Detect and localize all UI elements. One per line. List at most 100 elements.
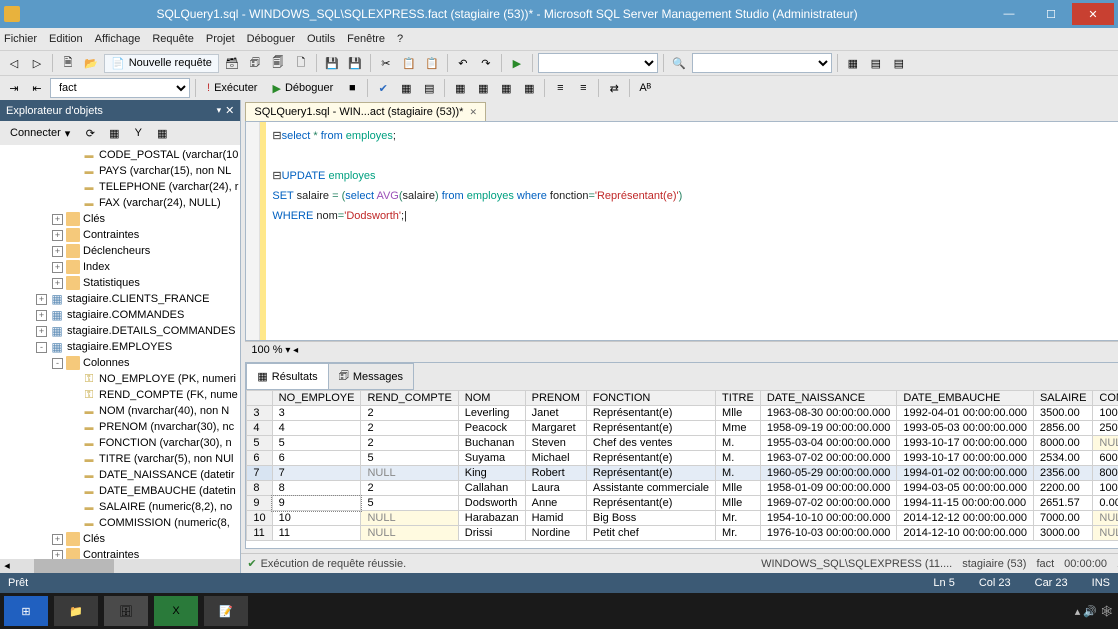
grid-cell[interactable]: NULL [361, 511, 458, 526]
exp-tb1[interactable]: ⟳ [80, 123, 100, 143]
open-button[interactable]: 📂 [81, 53, 101, 73]
tree-node[interactable]: PRENOM (nvarchar(30), nc [0, 419, 240, 435]
grid-cell[interactable]: 2200.00 [1033, 481, 1092, 496]
expand-icon[interactable]: + [36, 326, 47, 337]
tree-node[interactable]: -stagiaire.EMPLOYES [0, 339, 240, 355]
exp-tb3[interactable]: Y [128, 123, 148, 143]
grid-cell[interactable]: 1994-11-15 00:00:00.000 [897, 496, 1034, 511]
grid-cell[interactable]: Nordine [525, 526, 586, 541]
menu-affichage[interactable]: Affichage [95, 33, 141, 45]
database-dropdown[interactable]: fact [50, 78, 190, 98]
tool8-button[interactable]: Aᴮ [635, 78, 655, 98]
cut-button[interactable]: ✂ [376, 53, 396, 73]
grid-cell[interactable]: Représentant(e) [586, 406, 715, 421]
column-header[interactable]: FONCTION [586, 391, 715, 406]
grid-cell[interactable]: Michael [525, 451, 586, 466]
grid-cell[interactable]: 1000.00 [1093, 406, 1118, 421]
tool1-button[interactable]: ▦ [450, 78, 470, 98]
grid-cell[interactable]: 2 [361, 481, 458, 496]
grid-cell[interactable]: 1992-04-01 00:00:00.000 [897, 406, 1034, 421]
grid-cell[interactable]: 11 [272, 526, 361, 541]
expand-icon[interactable]: + [52, 550, 63, 560]
grid-cell[interactable]: 2534.00 [1033, 451, 1092, 466]
grid-cell[interactable]: Chef des ventes [586, 436, 715, 451]
grid-cell[interactable]: 0.00 [1093, 496, 1118, 511]
row-number[interactable]: 6 [247, 451, 272, 466]
column-header[interactable]: DATE_EMBAUCHE [897, 391, 1034, 406]
outdent-button[interactable]: ⇤ [27, 78, 47, 98]
grid-cell[interactable]: Suyama [458, 451, 525, 466]
grid-cell[interactable]: 2014-12-10 00:00:00.000 [897, 526, 1034, 541]
expand-icon[interactable]: + [52, 214, 63, 225]
grid-cell[interactable]: 1976-10-03 00:00:00.000 [760, 526, 897, 541]
grid-cell[interactable]: 9 [272, 496, 361, 511]
grid-cell[interactable]: Janet [525, 406, 586, 421]
grid-cell[interactable]: Big Boss [586, 511, 715, 526]
grid-cell[interactable]: Laura [525, 481, 586, 496]
execute-button[interactable]: ! Exécuter [201, 80, 263, 96]
connect-button[interactable]: Connecter ▾ [4, 125, 76, 142]
tree-node[interactable]: FONCTION (varchar(30), n [0, 435, 240, 451]
expand-icon[interactable]: + [52, 246, 63, 257]
tree-node[interactable]: DATE_NAISSANCE (datetir [0, 467, 240, 483]
find-dropdown[interactable] [692, 53, 832, 73]
system-tray[interactable]: ▴ 🔊 🕸 [1075, 605, 1114, 618]
expand-icon[interactable]: + [52, 262, 63, 273]
grid-cell[interactable]: Robert [525, 466, 586, 481]
grid-cell[interactable]: Représentant(e) [586, 466, 715, 481]
expand-icon[interactable]: + [36, 294, 47, 305]
grid-cell[interactable]: 1954-10-10 00:00:00.000 [760, 511, 897, 526]
grid-cell[interactable]: Mr. [716, 526, 761, 541]
tree-node[interactable]: +stagiaire.COMMANDES [0, 307, 240, 323]
grid-cell[interactable]: King [458, 466, 525, 481]
grid-cell[interactable]: Assistante commerciale [586, 481, 715, 496]
tree-node[interactable]: +stagiaire.CLIENTS_FRANCE [0, 291, 240, 307]
grid-cell[interactable]: NULL [361, 466, 458, 481]
column-header[interactable]: DATE_NAISSANCE [760, 391, 897, 406]
tree-node[interactable]: TITRE (varchar(5), non NUl [0, 451, 240, 467]
expand-icon[interactable]: + [36, 310, 47, 321]
column-header[interactable]: TITRE [716, 391, 761, 406]
save-all-button[interactable]: 💾 [345, 53, 365, 73]
tool3-button[interactable]: ▦ [496, 78, 516, 98]
row-number[interactable]: 11 [247, 526, 272, 541]
play-button[interactable]: ▶ [507, 53, 527, 73]
grid-cell[interactable]: 1993-10-17 00:00:00.000 [897, 436, 1034, 451]
row-number[interactable]: 5 [247, 436, 272, 451]
column-header[interactable]: NOM [458, 391, 525, 406]
grid-cell[interactable]: 2 [361, 436, 458, 451]
tree-node[interactable]: +Clés [0, 211, 240, 227]
tree-node[interactable]: PAYS (varchar(15), non NL [0, 163, 240, 179]
grid-cell[interactable]: Mlle [716, 496, 761, 511]
row-number[interactable]: 4 [247, 421, 272, 436]
copy-button[interactable]: 📋 [399, 53, 419, 73]
paste-button[interactable]: 📋 [422, 53, 442, 73]
menu-edition[interactable]: Edition [49, 33, 83, 45]
tool4-button[interactable]: ▦ [519, 78, 539, 98]
grid-cell[interactable]: NULL [1093, 436, 1118, 451]
editor-tab[interactable]: SQLQuery1.sql - WIN...act (stagiaire (53… [245, 102, 486, 121]
grid-cell[interactable]: 3 [272, 406, 361, 421]
grid-cell[interactable]: NULL [361, 526, 458, 541]
menu-fichier[interactable]: Fichier [4, 33, 37, 45]
grid-cell[interactable]: 5 [361, 496, 458, 511]
tree-node[interactable]: DATE_EMBAUCHE (datetin [0, 483, 240, 499]
grid-cell[interactable]: 2356.00 [1033, 466, 1092, 481]
grid-cell[interactable]: 1958-01-09 00:00:00.000 [760, 481, 897, 496]
column-header[interactable]: PRENOM [525, 391, 586, 406]
results-tab[interactable]: ▦ Résultats [246, 363, 328, 390]
undo-button[interactable]: ↶ [453, 53, 473, 73]
grid-cell[interactable]: 8 [272, 481, 361, 496]
grid-cell[interactable]: NULL [1093, 511, 1118, 526]
grid-cell[interactable]: 2651.57 [1033, 496, 1092, 511]
grid-cell[interactable]: Margaret [525, 421, 586, 436]
tree-node[interactable]: -Colonnes [0, 355, 240, 371]
new-file-button[interactable]: 🗎 [58, 53, 78, 73]
grid-cell[interactable]: 3500.00 [1033, 406, 1092, 421]
grid-cell[interactable]: 10 [272, 511, 361, 526]
grid-cell[interactable]: Anne [525, 496, 586, 511]
grid-cell[interactable]: Leverling [458, 406, 525, 421]
debug-button[interactable]: ▶ Déboguer [266, 80, 339, 97]
row-number[interactable]: 3 [247, 406, 272, 421]
grid-cell[interactable]: Peacock [458, 421, 525, 436]
